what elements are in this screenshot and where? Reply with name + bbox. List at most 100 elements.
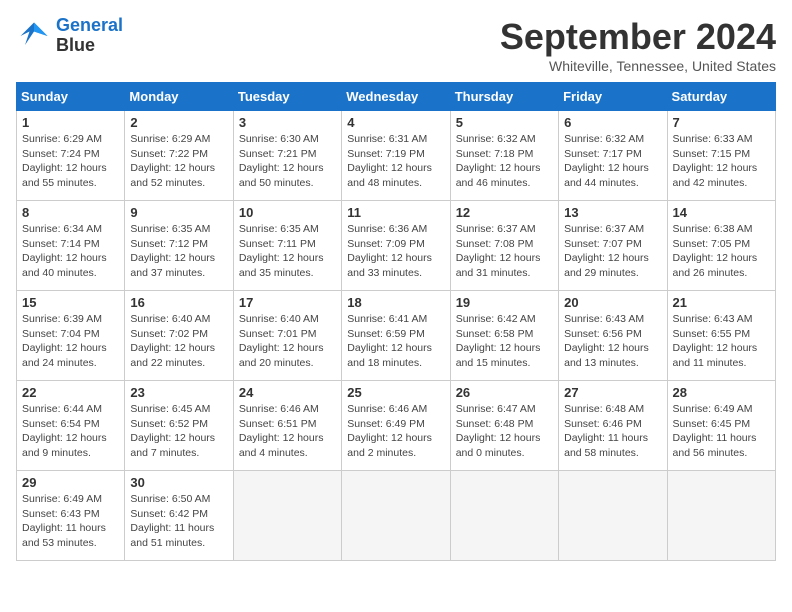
day-info: Sunrise: 6:40 AM Sunset: 7:01 PM Dayligh…	[239, 312, 336, 371]
calendar-cell: 19 Sunrise: 6:42 AM Sunset: 6:58 PM Dayl…	[450, 291, 558, 381]
weekday-header-sunday: Sunday	[17, 83, 125, 111]
calendar-week-4: 29 Sunrise: 6:49 AM Sunset: 6:43 PM Dayl…	[17, 471, 776, 561]
day-info: Sunrise: 6:44 AM Sunset: 6:54 PM Dayligh…	[22, 402, 119, 461]
day-info: Sunrise: 6:29 AM Sunset: 7:24 PM Dayligh…	[22, 132, 119, 191]
day-info: Sunrise: 6:46 AM Sunset: 6:49 PM Dayligh…	[347, 402, 444, 461]
weekday-header-tuesday: Tuesday	[233, 83, 341, 111]
day-info: Sunrise: 6:49 AM Sunset: 6:43 PM Dayligh…	[22, 492, 119, 551]
day-number: 2	[130, 115, 227, 130]
day-info: Sunrise: 6:29 AM Sunset: 7:22 PM Dayligh…	[130, 132, 227, 191]
calendar-cell: 16 Sunrise: 6:40 AM Sunset: 7:02 PM Dayl…	[125, 291, 233, 381]
calendar-cell: 3 Sunrise: 6:30 AM Sunset: 7:21 PM Dayli…	[233, 111, 341, 201]
calendar-cell	[667, 471, 775, 561]
weekday-header-row: SundayMondayTuesdayWednesdayThursdayFrid…	[17, 83, 776, 111]
day-info: Sunrise: 6:32 AM Sunset: 7:18 PM Dayligh…	[456, 132, 553, 191]
day-number: 22	[22, 385, 119, 400]
calendar-cell: 1 Sunrise: 6:29 AM Sunset: 7:24 PM Dayli…	[17, 111, 125, 201]
day-number: 6	[564, 115, 661, 130]
calendar-cell: 10 Sunrise: 6:35 AM Sunset: 7:11 PM Dayl…	[233, 201, 341, 291]
day-info: Sunrise: 6:30 AM Sunset: 7:21 PM Dayligh…	[239, 132, 336, 191]
day-info: Sunrise: 6:45 AM Sunset: 6:52 PM Dayligh…	[130, 402, 227, 461]
calendar-cell: 20 Sunrise: 6:43 AM Sunset: 6:56 PM Dayl…	[559, 291, 667, 381]
calendar-cell: 28 Sunrise: 6:49 AM Sunset: 6:45 PM Dayl…	[667, 381, 775, 471]
day-info: Sunrise: 6:36 AM Sunset: 7:09 PM Dayligh…	[347, 222, 444, 281]
calendar-table: SundayMondayTuesdayWednesdayThursdayFrid…	[16, 82, 776, 561]
calendar-cell: 24 Sunrise: 6:46 AM Sunset: 6:51 PM Dayl…	[233, 381, 341, 471]
calendar-cell: 25 Sunrise: 6:46 AM Sunset: 6:49 PM Dayl…	[342, 381, 450, 471]
day-number: 29	[22, 475, 119, 490]
day-info: Sunrise: 6:40 AM Sunset: 7:02 PM Dayligh…	[130, 312, 227, 371]
day-number: 30	[130, 475, 227, 490]
day-number: 9	[130, 205, 227, 220]
calendar-week-0: 1 Sunrise: 6:29 AM Sunset: 7:24 PM Dayli…	[17, 111, 776, 201]
day-number: 4	[347, 115, 444, 130]
day-info: Sunrise: 6:49 AM Sunset: 6:45 PM Dayligh…	[673, 402, 770, 461]
day-number: 20	[564, 295, 661, 310]
day-number: 14	[673, 205, 770, 220]
calendar-cell: 2 Sunrise: 6:29 AM Sunset: 7:22 PM Dayli…	[125, 111, 233, 201]
calendar-cell: 9 Sunrise: 6:35 AM Sunset: 7:12 PM Dayli…	[125, 201, 233, 291]
calendar-cell: 18 Sunrise: 6:41 AM Sunset: 6:59 PM Dayl…	[342, 291, 450, 381]
day-info: Sunrise: 6:48 AM Sunset: 6:46 PM Dayligh…	[564, 402, 661, 461]
calendar-cell: 6 Sunrise: 6:32 AM Sunset: 7:17 PM Dayli…	[559, 111, 667, 201]
day-number: 7	[673, 115, 770, 130]
calendar-cell	[342, 471, 450, 561]
calendar-cell	[233, 471, 341, 561]
day-number: 8	[22, 205, 119, 220]
day-number: 26	[456, 385, 553, 400]
day-info: Sunrise: 6:35 AM Sunset: 7:12 PM Dayligh…	[130, 222, 227, 281]
calendar-cell: 14 Sunrise: 6:38 AM Sunset: 7:05 PM Dayl…	[667, 201, 775, 291]
calendar-cell: 22 Sunrise: 6:44 AM Sunset: 6:54 PM Dayl…	[17, 381, 125, 471]
day-info: Sunrise: 6:47 AM Sunset: 6:48 PM Dayligh…	[456, 402, 553, 461]
day-info: Sunrise: 6:43 AM Sunset: 6:56 PM Dayligh…	[564, 312, 661, 371]
day-number: 23	[130, 385, 227, 400]
calendar-cell: 12 Sunrise: 6:37 AM Sunset: 7:08 PM Dayl…	[450, 201, 558, 291]
calendar-week-2: 15 Sunrise: 6:39 AM Sunset: 7:04 PM Dayl…	[17, 291, 776, 381]
day-number: 5	[456, 115, 553, 130]
calendar-week-1: 8 Sunrise: 6:34 AM Sunset: 7:14 PM Dayli…	[17, 201, 776, 291]
day-number: 28	[673, 385, 770, 400]
day-info: Sunrise: 6:37 AM Sunset: 7:08 PM Dayligh…	[456, 222, 553, 281]
day-number: 12	[456, 205, 553, 220]
day-info: Sunrise: 6:32 AM Sunset: 7:17 PM Dayligh…	[564, 132, 661, 191]
day-number: 19	[456, 295, 553, 310]
day-info: Sunrise: 6:34 AM Sunset: 7:14 PM Dayligh…	[22, 222, 119, 281]
weekday-header-monday: Monday	[125, 83, 233, 111]
calendar-cell: 26 Sunrise: 6:47 AM Sunset: 6:48 PM Dayl…	[450, 381, 558, 471]
day-info: Sunrise: 6:50 AM Sunset: 6:42 PM Dayligh…	[130, 492, 227, 551]
day-number: 16	[130, 295, 227, 310]
day-number: 1	[22, 115, 119, 130]
calendar-cell: 30 Sunrise: 6:50 AM Sunset: 6:42 PM Dayl…	[125, 471, 233, 561]
weekday-header-thursday: Thursday	[450, 83, 558, 111]
title-block: September 2024 Whiteville, Tennessee, Un…	[500, 16, 776, 74]
day-number: 24	[239, 385, 336, 400]
calendar-cell: 13 Sunrise: 6:37 AM Sunset: 7:07 PM Dayl…	[559, 201, 667, 291]
calendar-cell: 7 Sunrise: 6:33 AM Sunset: 7:15 PM Dayli…	[667, 111, 775, 201]
day-info: Sunrise: 6:42 AM Sunset: 6:58 PM Dayligh…	[456, 312, 553, 371]
weekday-header-friday: Friday	[559, 83, 667, 111]
calendar-cell: 17 Sunrise: 6:40 AM Sunset: 7:01 PM Dayl…	[233, 291, 341, 381]
calendar-cell: 11 Sunrise: 6:36 AM Sunset: 7:09 PM Dayl…	[342, 201, 450, 291]
day-number: 21	[673, 295, 770, 310]
calendar-cell: 21 Sunrise: 6:43 AM Sunset: 6:55 PM Dayl…	[667, 291, 775, 381]
day-info: Sunrise: 6:43 AM Sunset: 6:55 PM Dayligh…	[673, 312, 770, 371]
day-number: 10	[239, 205, 336, 220]
calendar-cell: 15 Sunrise: 6:39 AM Sunset: 7:04 PM Dayl…	[17, 291, 125, 381]
day-number: 17	[239, 295, 336, 310]
location: Whiteville, Tennessee, United States	[500, 58, 776, 74]
calendar-cell: 4 Sunrise: 6:31 AM Sunset: 7:19 PM Dayli…	[342, 111, 450, 201]
calendar-cell: 29 Sunrise: 6:49 AM Sunset: 6:43 PM Dayl…	[17, 471, 125, 561]
calendar-cell: 27 Sunrise: 6:48 AM Sunset: 6:46 PM Dayl…	[559, 381, 667, 471]
day-info: Sunrise: 6:38 AM Sunset: 7:05 PM Dayligh…	[673, 222, 770, 281]
calendar-cell: 8 Sunrise: 6:34 AM Sunset: 7:14 PM Dayli…	[17, 201, 125, 291]
calendar-week-3: 22 Sunrise: 6:44 AM Sunset: 6:54 PM Dayl…	[17, 381, 776, 471]
day-info: Sunrise: 6:46 AM Sunset: 6:51 PM Dayligh…	[239, 402, 336, 461]
weekday-header-saturday: Saturday	[667, 83, 775, 111]
page-header: GeneralBlue September 2024 Whiteville, T…	[16, 16, 776, 74]
calendar-cell	[559, 471, 667, 561]
day-number: 25	[347, 385, 444, 400]
calendar-cell	[450, 471, 558, 561]
logo-text: GeneralBlue	[56, 16, 123, 56]
month-title: September 2024	[500, 16, 776, 58]
weekday-header-wednesday: Wednesday	[342, 83, 450, 111]
